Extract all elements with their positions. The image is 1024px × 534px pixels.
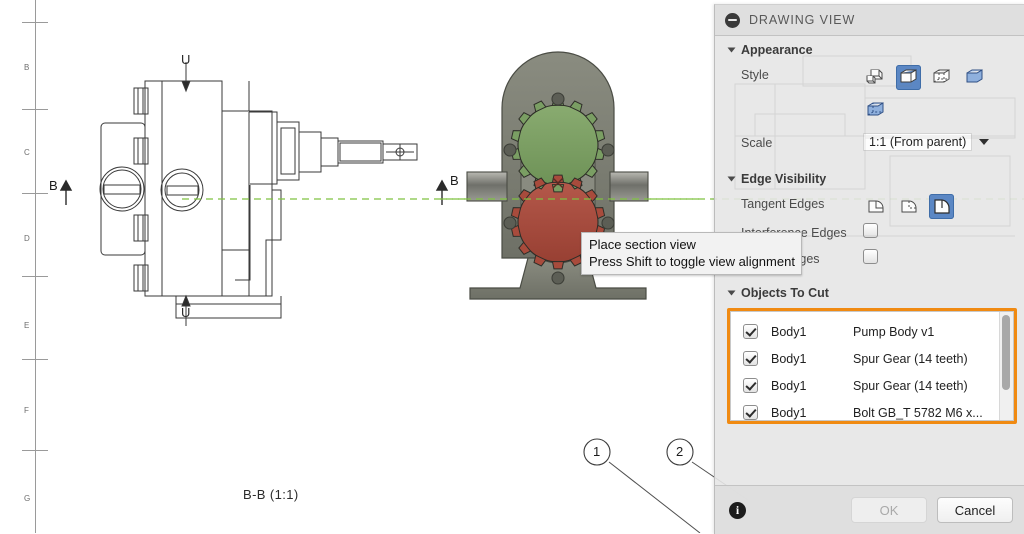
row-checkbox[interactable] (743, 405, 758, 420)
row-description: Spur Gear (14 teeth) (853, 351, 968, 366)
scale-label: Scale (741, 136, 773, 150)
style-hidden-edges-button[interactable] (929, 65, 954, 90)
cancel-button[interactable]: Cancel (937, 497, 1013, 523)
scale-row: Scale 1:1 (From parent) (715, 131, 1024, 157)
chevron-down-icon[interactable] (727, 47, 736, 53)
tangent-edges-off-button[interactable] (863, 194, 888, 219)
info-icon[interactable]: i (729, 501, 746, 519)
list-item[interactable]: Body1 Spur Gear (14 teeth) (731, 345, 999, 372)
row-checkbox[interactable] (743, 324, 758, 339)
balloon-label-2: 2 (676, 444, 684, 459)
objects-to-cut-section-header[interactable]: Objects To Cut (715, 279, 1024, 306)
style-shaded-hidden-edges-button[interactable] (863, 98, 888, 123)
style-wireframe-button[interactable] (863, 65, 888, 90)
tangent-edges-row: Tangent Edges (715, 192, 1024, 221)
panel-title: DRAWING VIEW (749, 13, 856, 27)
tangent-edges-full-button[interactable] (896, 194, 921, 219)
objects-to-cut-highlight: Body1 Pump Body v1 Body1 Spur Gear (14 t… (727, 308, 1017, 424)
scale-value[interactable]: 1:1 (From parent) (863, 133, 973, 151)
panel-header[interactable]: DRAWING VIEW (715, 5, 1024, 36)
tangent-edges-label: Tangent Edges (741, 197, 825, 211)
row-body-name: Body1 (771, 378, 807, 393)
collapse-icon[interactable] (725, 12, 740, 28)
panel-footer: i OK Cancel (715, 485, 1024, 534)
scale-dropdown[interactable]: 1:1 (From parent) (863, 133, 990, 151)
ok-button[interactable]: OK (851, 497, 927, 523)
row-body-name: Body1 (771, 351, 807, 366)
list-item[interactable]: Body1 Bolt GB_T 5782 M6 x... (731, 399, 999, 420)
row-description: Pump Body v1 (853, 324, 935, 339)
style-row: Style (715, 63, 1024, 125)
row-body-name: Body1 (771, 405, 807, 420)
appearance-section-title: Appearance (741, 43, 813, 57)
tooltip: Place section view Press Shift to toggle… (581, 232, 802, 275)
tooltip-line-2: Press Shift to toggle view alignment (589, 254, 795, 269)
style-visible-edges-button[interactable] (896, 65, 921, 90)
chevron-down-icon[interactable] (727, 176, 736, 182)
objects-to-cut-section-title: Objects To Cut (741, 286, 829, 300)
row-description: Spur Gear (14 teeth) (853, 378, 968, 393)
interference-edges-checkbox[interactable] (863, 223, 878, 238)
list-scrollbar[interactable] (999, 312, 1013, 420)
balloon-label-1: 1 (593, 444, 601, 459)
chevron-down-icon[interactable] (979, 139, 990, 145)
appearance-section-header[interactable]: Appearance (715, 36, 1024, 63)
row-description: Bolt GB_T 5782 M6 x... (853, 405, 983, 420)
list-item[interactable]: Body1 Pump Body v1 (731, 318, 999, 345)
tangent-edges-shortened-button[interactable] (929, 194, 954, 219)
thread-edges-checkbox[interactable] (863, 249, 878, 264)
chevron-down-icon[interactable] (727, 290, 736, 296)
style-label: Style (741, 68, 769, 82)
style-shaded-button[interactable] (962, 65, 987, 90)
edge-visibility-section-header[interactable]: Edge Visibility (715, 165, 1024, 192)
row-checkbox[interactable] (743, 351, 758, 366)
objects-to-cut-list[interactable]: Body1 Pump Body v1 Body1 Spur Gear (14 t… (730, 311, 1014, 421)
tooltip-line-1: Place section view (589, 237, 696, 252)
edge-visibility-section-title: Edge Visibility (741, 172, 827, 186)
row-checkbox[interactable] (743, 378, 758, 393)
list-scrollbar-thumb[interactable] (1002, 315, 1010, 390)
row-body-name: Body1 (771, 324, 807, 339)
list-item[interactable]: Body1 Spur Gear (14 teeth) (731, 372, 999, 399)
